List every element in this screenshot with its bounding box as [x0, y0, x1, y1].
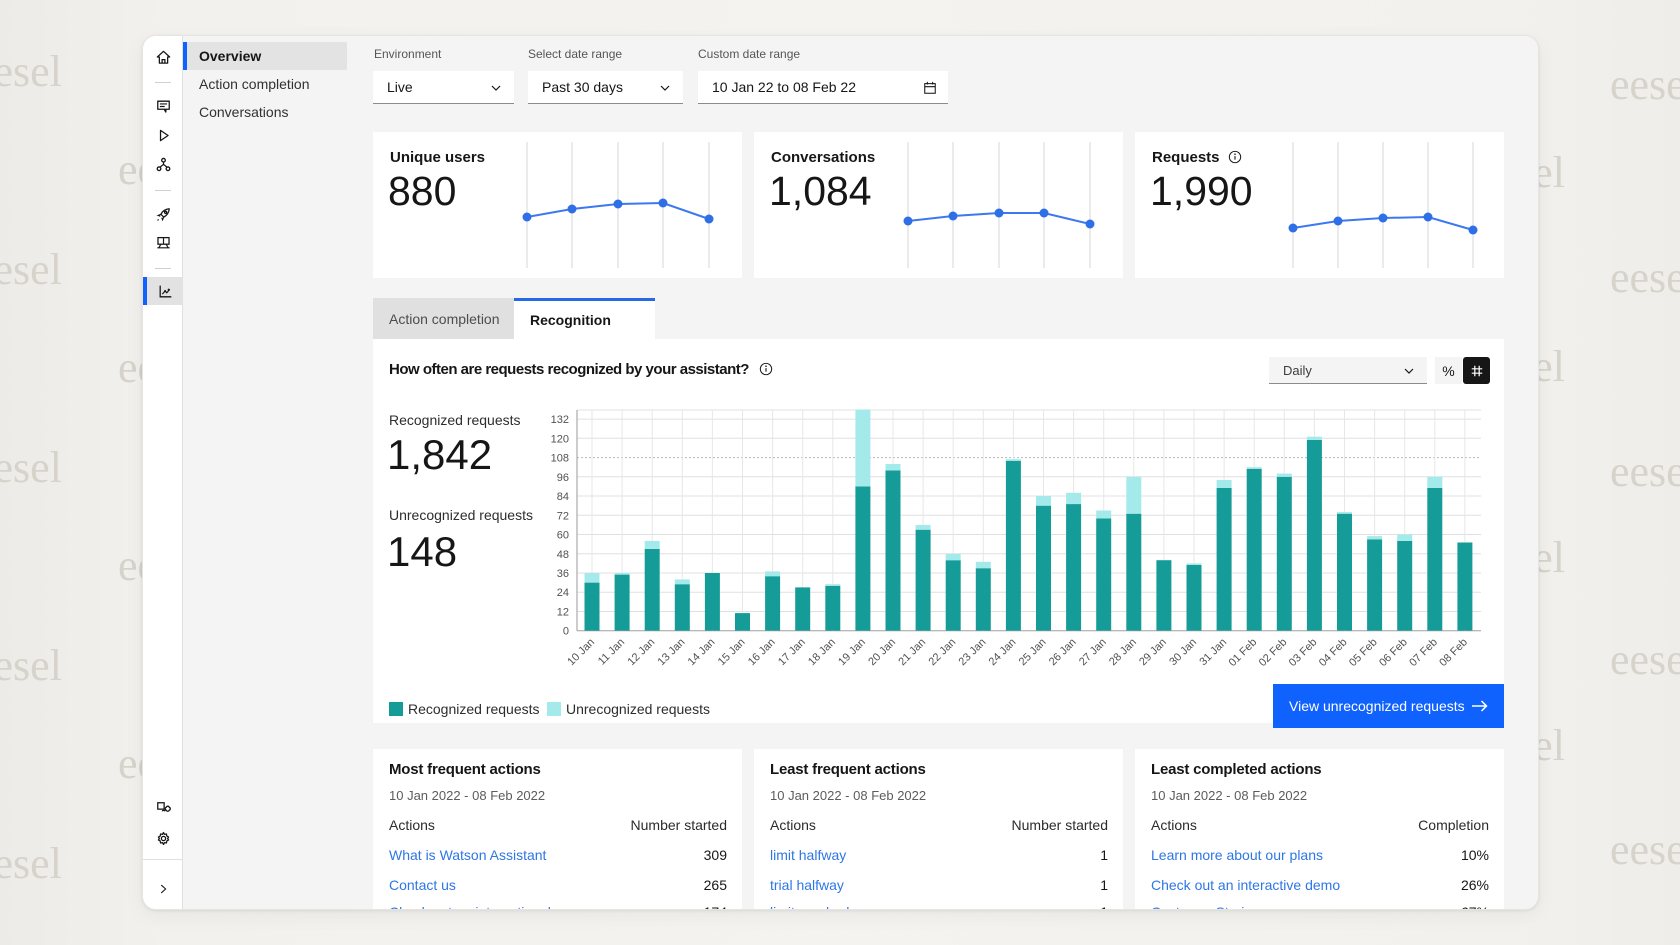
svg-text:06 Feb: 06 Feb — [1377, 636, 1410, 669]
svg-text:30 Jan: 30 Jan — [1167, 636, 1199, 668]
svg-text:27 Jan: 27 Jan — [1077, 636, 1109, 668]
svg-text:08 Feb: 08 Feb — [1437, 636, 1470, 669]
svg-text:31 Jan: 31 Jan — [1197, 636, 1229, 668]
svg-text:0: 0 — [563, 626, 569, 638]
svg-text:24 Jan: 24 Jan — [987, 636, 1019, 668]
svg-text:03 Feb: 03 Feb — [1287, 636, 1320, 669]
svg-text:29 Jan: 29 Jan — [1137, 636, 1169, 668]
svg-text:13 Jan: 13 Jan — [656, 636, 688, 668]
svg-text:15 Jan: 15 Jan — [716, 636, 748, 668]
svg-text:07 Feb: 07 Feb — [1407, 636, 1440, 669]
svg-text:36: 36 — [557, 568, 569, 580]
svg-text:05 Feb: 05 Feb — [1347, 636, 1380, 669]
svg-text:19 Jan: 19 Jan — [836, 636, 868, 668]
svg-text:132: 132 — [551, 414, 569, 426]
svg-text:11 Jan: 11 Jan — [596, 636, 627, 667]
svg-text:22 Jan: 22 Jan — [926, 636, 958, 668]
svg-text:60: 60 — [557, 530, 569, 542]
svg-text:26 Jan: 26 Jan — [1047, 636, 1079, 668]
svg-text:20 Jan: 20 Jan — [866, 636, 898, 668]
svg-text:28 Jan: 28 Jan — [1107, 636, 1139, 668]
svg-text:72: 72 — [557, 510, 569, 522]
svg-text:24: 24 — [557, 587, 569, 599]
svg-text:18 Jan: 18 Jan — [806, 636, 838, 668]
svg-text:108: 108 — [551, 453, 569, 465]
svg-text:12: 12 — [557, 607, 569, 619]
svg-text:14 Jan: 14 Jan — [686, 636, 718, 668]
svg-text:01 Feb: 01 Feb — [1227, 636, 1260, 669]
svg-text:02 Feb: 02 Feb — [1257, 636, 1290, 669]
svg-text:84: 84 — [557, 491, 569, 503]
svg-text:10 Jan: 10 Jan — [565, 636, 597, 668]
svg-text:17 Jan: 17 Jan — [776, 636, 808, 668]
svg-text:12 Jan: 12 Jan — [625, 636, 657, 668]
svg-text:25 Jan: 25 Jan — [1017, 636, 1049, 668]
svg-text:96: 96 — [557, 472, 569, 484]
svg-text:120: 120 — [551, 433, 569, 445]
svg-text:48: 48 — [557, 549, 569, 561]
svg-text:04 Feb: 04 Feb — [1317, 636, 1350, 669]
svg-text:21 Jan: 21 Jan — [896, 636, 928, 668]
svg-text:23 Jan: 23 Jan — [957, 636, 989, 668]
svg-text:16 Jan: 16 Jan — [746, 636, 778, 668]
